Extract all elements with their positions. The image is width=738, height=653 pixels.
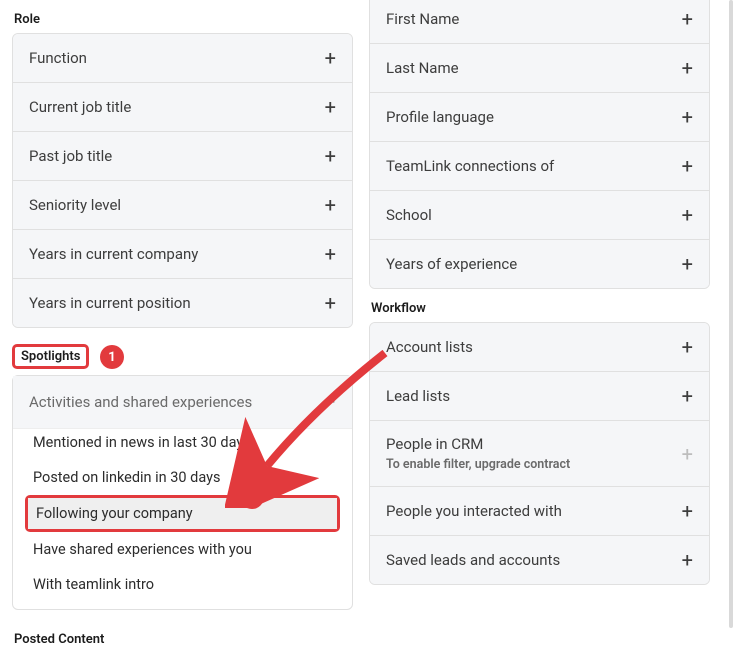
filter-saved-leads-accounts[interactable]: Saved leads and accounts + (370, 536, 709, 584)
filter-people-interacted[interactable]: People you interacted with + (370, 487, 709, 536)
plus-icon: + (682, 501, 693, 521)
option-shared-experiences[interactable]: Have shared experiences with you (13, 532, 352, 567)
plus-icon: + (325, 293, 336, 313)
filter-years-experience[interactable]: Years of experience + (370, 240, 709, 288)
section-title-spotlights: Spotlights (12, 344, 89, 369)
filter-label: Years in current position (29, 294, 191, 312)
filter-label: Function (29, 49, 87, 67)
option-posted-on-linkedin[interactable]: Posted on linkedin in 30 days (13, 460, 352, 495)
section-title-workflow: Workflow (371, 301, 710, 316)
plus-icon: + (682, 337, 693, 357)
workflow-panel: Account lists + Lead lists + People in C… (369, 322, 710, 585)
filter-label: Past job title (29, 147, 112, 165)
filter-lead-lists[interactable]: Lead lists + (370, 372, 709, 421)
section-title-posted-content: Posted Content (14, 632, 353, 647)
option-following-your-company[interactable]: Following your company (28, 498, 337, 529)
filter-label: People in CRM (386, 435, 570, 453)
plus-icon: + (325, 146, 336, 166)
filter-label: People you interacted with (386, 502, 562, 520)
plus-icon: + (325, 48, 336, 68)
plus-icon: + (325, 195, 336, 215)
spotlights-dropdown-header[interactable]: Activities and shared experiences − (13, 376, 352, 429)
filter-label: Seniority level (29, 196, 121, 214)
filter-first-name[interactable]: First Name + (370, 0, 709, 44)
highlight-following-your-company: Following your company (25, 495, 340, 532)
filter-label: Last Name (386, 59, 459, 77)
plus-icon: + (682, 205, 693, 225)
filter-school[interactable]: School + (370, 191, 709, 240)
filter-account-lists[interactable]: Account lists + (370, 323, 709, 372)
filter-past-job-title[interactable]: Past job title + (13, 132, 352, 181)
filter-profile-language[interactable]: Profile language + (370, 93, 709, 142)
plus-icon: + (682, 107, 693, 127)
plus-icon: + (325, 244, 336, 264)
role-panel: Function + Current job title + Past job … (12, 33, 353, 328)
plus-icon: + (682, 9, 693, 29)
filter-function[interactable]: Function + (13, 34, 352, 83)
plus-icon: + (682, 58, 693, 78)
filter-label: First Name (386, 10, 459, 28)
left-column: Role Function + Current job title + Past… (12, 0, 353, 653)
plus-icon: + (325, 97, 336, 117)
scrollbar[interactable] (729, 0, 733, 628)
spotlights-dropdown: Activities and shared experiences − Ment… (12, 375, 353, 610)
filter-label: Saved leads and accounts (386, 551, 560, 569)
minus-icon: − (325, 390, 336, 414)
right-column: First Name + Last Name + Profile languag… (369, 0, 710, 653)
filter-label: Account lists (386, 338, 473, 356)
filter-label: Profile language (386, 108, 494, 126)
plus-icon: + (682, 156, 693, 176)
filter-label: Years in current company (29, 245, 198, 263)
plus-icon: + (682, 254, 693, 274)
plus-icon: + (682, 550, 693, 570)
plus-icon: + (682, 386, 693, 406)
filter-last-name[interactable]: Last Name + (370, 44, 709, 93)
filter-label: Years of experience (386, 255, 517, 273)
filter-seniority-level[interactable]: Seniority level + (13, 181, 352, 230)
filter-teamlink-connections[interactable]: TeamLink connections of + (370, 142, 709, 191)
section-title-role: Role (14, 12, 353, 27)
filter-label: TeamLink connections of (386, 157, 554, 175)
callout-badge-1: 1 (100, 345, 124, 369)
filter-label: Lead lists (386, 387, 450, 405)
filter-years-current-company[interactable]: Years in current company + (13, 230, 352, 279)
filter-people-in-crm[interactable]: People in CRM To enable filter, upgrade … (370, 421, 709, 487)
option-teamlink-intro[interactable]: With teamlink intro (13, 567, 352, 609)
right-top-panel: First Name + Last Name + Profile languag… (369, 0, 710, 289)
filter-subtext: To enable filter, upgrade contract (386, 457, 570, 472)
filter-years-current-position[interactable]: Years in current position + (13, 279, 352, 327)
filter-label: School (386, 206, 432, 224)
plus-icon: + (682, 444, 693, 464)
filter-label: Current job title (29, 98, 131, 116)
dropdown-header-label: Activities and shared experiences (29, 393, 252, 411)
filter-current-job-title[interactable]: Current job title + (13, 83, 352, 132)
option-mentioned-in-news[interactable]: Mentioned in news in last 30 days (13, 429, 352, 460)
callout-badge-2: 2 (240, 485, 264, 509)
